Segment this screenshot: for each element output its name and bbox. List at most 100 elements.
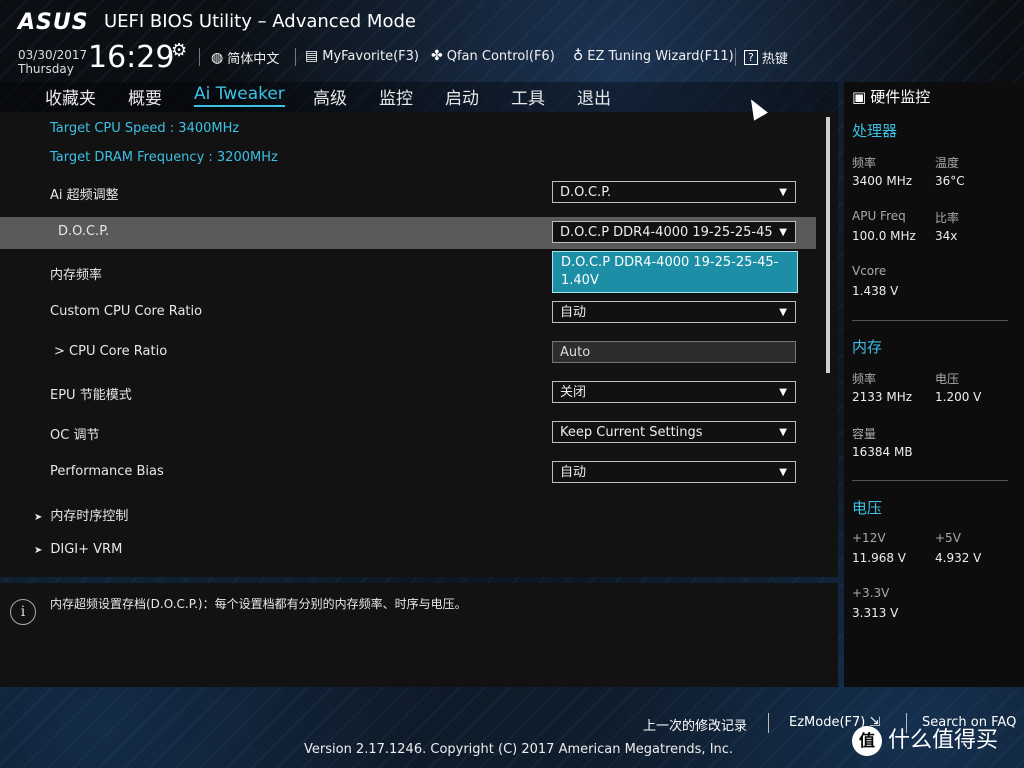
custom-cpu-core-ratio-dropdown[interactable]: 自动 ▼ [552,301,796,323]
cpu-ratio-value: 34x [935,229,958,243]
cpu-core-ratio-field[interactable]: Auto [552,341,796,363]
chevron-down-icon: ▼ [779,307,787,318]
docp-option-popup[interactable]: D.O.C.P DDR4-4000 19-25-25-45-1.40V [552,251,798,293]
cpu-section-title: 处理器 [852,122,898,140]
chevron-right-icon: ➤ [34,512,43,523]
dropdown-value: D.O.C.P. [560,185,612,200]
v12-value: 11.968 V [852,551,907,565]
chevron-down-icon: ▼ [779,387,787,398]
chevron-down-icon: ▼ [779,467,787,478]
apu-freq-label: APU Freq [852,209,906,223]
mem-capacity-label: 容量 [852,427,877,441]
tab-tool[interactable]: 工具 [511,84,545,109]
cpu-ratio-label: 比率 [935,211,960,225]
cpu-temp-label: 温度 [935,156,960,170]
hardware-monitor-panel: ▣ 硬件监控 处理器 频率 温度 3400 MHz 36°C APU Freq … [844,82,1024,687]
submenu-dram-timing[interactable]: ➤ 内存时序控制 [34,505,128,524]
vcore-value: 1.438 V [852,284,899,298]
watermark: 值什么值得买 [852,722,998,756]
cpu-freq-label: 频率 [852,156,877,170]
tab-boot[interactable]: 启动 [445,84,479,109]
divider [735,48,736,66]
globe-icon: ◍ [211,49,224,66]
tab-ai-tweaker[interactable]: Ai Tweaker [194,84,285,107]
day-text: Thursday [18,62,74,76]
window-title: UEFI BIOS Utility – Advanced Mode [104,11,416,32]
hardware-monitor-label: 硬件监控 [870,88,931,106]
fan-icon: ✤ [431,48,443,64]
tab-monitor[interactable]: 监控 [379,84,413,109]
scrollbar[interactable] [826,117,830,373]
help-panel: i 内存超频设置存档(D.O.C.P.)：每个设置档都有分别的内存频率、时序与电… [0,583,838,687]
myfavorite-label: MyFavorite(F3) [322,48,419,64]
header: ASUS UEFI BIOS Utility – Advanced Mode 0… [0,0,1024,82]
date-display: 03/30/2017 Thursday [18,48,87,76]
main-nav: 收藏夹 概要 Ai Tweaker 高级 监控 启动 工具 退出 [0,82,838,112]
myfavorite-button[interactable]: ▤ MyFavorite(F3) [305,48,419,64]
v5-value: 4.932 V [935,551,982,565]
v5-label: +5V [935,531,961,545]
hardware-monitor-title[interactable]: ▣ 硬件监控 [852,86,930,107]
hotkeys-button[interactable]: ? 热键 [744,48,788,67]
ez-tuning-wizard-label: EZ Tuning Wizard(F11) [587,48,734,64]
v12-label: +12V [852,531,886,545]
memory-frequency-label: 内存频率 [50,268,103,283]
bulb-icon: ♁ [573,48,584,64]
dropdown-value: 关闭 [560,385,587,400]
oc-tuner-label: OC 调节 [50,428,100,443]
v33-label: +3.3V [852,586,890,600]
qfan-control-button[interactable]: ✤ Qfan Control(F6) [431,48,555,64]
oc-tuner-dropdown[interactable]: Keep Current Settings ▼ [552,421,796,443]
chevron-down-icon: ▼ [779,187,787,198]
docp-dropdown[interactable]: D.O.C.P DDR4-4000 19-25-25-45 ▼ [552,221,796,243]
tab-favorites[interactable]: 收藏夹 [45,84,96,109]
chevron-right-icon: ➤ [34,545,43,556]
epu-power-saving-label: EPU 节能模式 [50,388,132,403]
vcore-label: Vcore [852,264,887,278]
dropdown-value: D.O.C.P DDR4-4000 19-25-25-45 [560,225,773,240]
divider [852,480,1008,481]
performance-bias-dropdown[interactable]: 自动 ▼ [552,461,796,483]
tab-exit[interactable]: 退出 [577,84,611,109]
apu-freq-value: 100.0 MHz [852,229,916,243]
ai-overclock-tuner-dropdown[interactable]: D.O.C.P. ▼ [552,181,796,203]
help-icon: ? [744,50,758,65]
divider [295,48,296,66]
qfan-control-label: Qfan Control(F6) [446,48,555,64]
docp-label: D.O.C.P. [58,224,110,239]
v33-value: 3.313 V [852,606,899,620]
info-icon: i [10,599,36,625]
ai-overclock-tuner-label: Ai 超频调整 [50,188,119,203]
watermark-text: 什么值得买 [888,728,999,753]
tab-main[interactable]: 概要 [128,84,162,109]
version-text: Version 2.17.1246. Copyright (C) 2017 Am… [304,742,734,757]
chevron-down-icon: ▼ [779,427,787,438]
divider [199,48,200,66]
performance-bias-label: Performance Bias [50,464,164,479]
last-modified-button[interactable]: 上一次的修改记录 [643,715,747,734]
date-text: 03/30/2017 [18,48,88,62]
cpu-temp-value: 36°C [935,174,965,188]
submenu-label: 内存时序控制 [50,509,129,524]
voltage-section-title: 电压 [852,499,883,517]
gear-icon[interactable]: ⚙ [171,40,187,61]
language-button[interactable]: ◍ 简体中文 [211,48,279,68]
dropdown-value: Keep Current Settings [560,425,703,440]
tab-advanced[interactable]: 高级 [313,84,347,109]
hotkeys-label: 热键 [761,52,788,67]
custom-cpu-core-ratio-label: Custom CPU Core Ratio [50,304,203,319]
dropdown-value: 自动 [560,465,587,480]
chevron-down-icon: ▼ [775,222,787,242]
mem-volt-label: 电压 [935,372,960,386]
ez-tuning-wizard-button[interactable]: ♁ EZ Tuning Wizard(F11) [573,48,734,64]
submenu-label: DIGI+ VRM [50,542,123,557]
dropdown-value: 自动 [560,305,587,320]
epu-power-saving-dropdown[interactable]: 关闭 ▼ [552,381,796,403]
monitor-icon: ▣ [852,87,867,106]
help-text: 内存超频设置存档(D.O.C.P.)：每个设置档都有分别的内存频率、时序与电压。 [50,597,467,611]
time-display: 16:29 [88,40,175,75]
target-cpu-speed: Target CPU Speed : 3400MHz [50,121,240,136]
mem-freq-value: 2133 MHz [852,390,913,404]
submenu-digi-vrm[interactable]: ➤ DIGI+ VRM [34,542,122,557]
mem-capacity-value: 16384 MB [852,445,913,459]
